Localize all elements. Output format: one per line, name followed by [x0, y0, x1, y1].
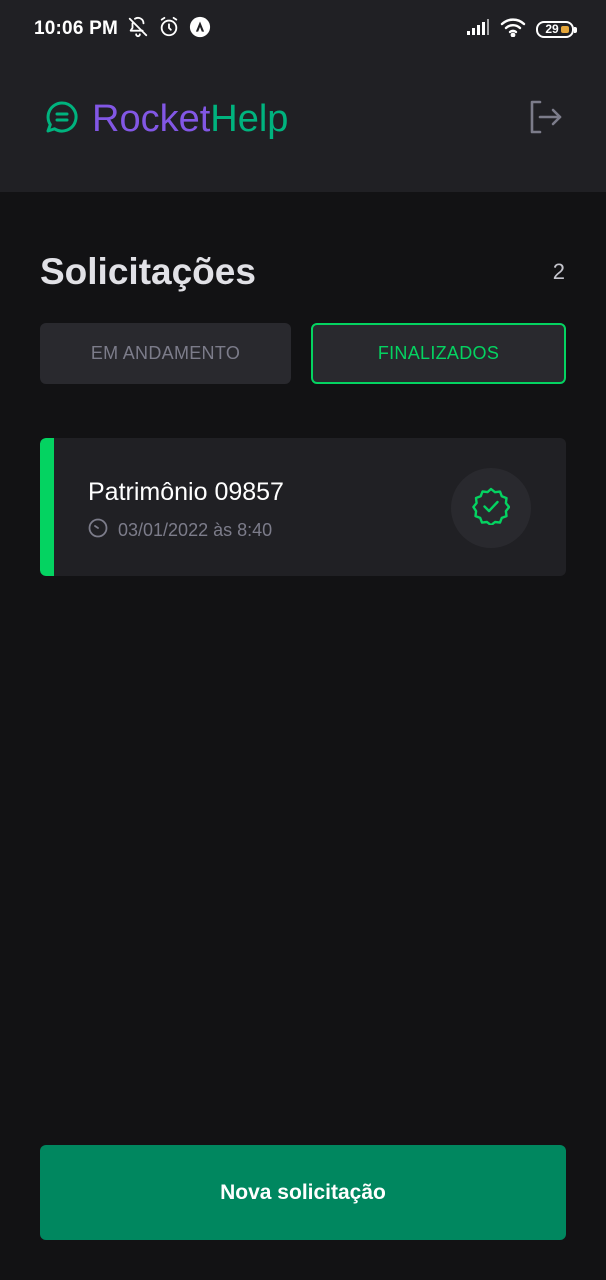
app-notification-icon: [189, 16, 211, 43]
sign-out-button[interactable]: [520, 94, 570, 144]
battery-tip: [574, 26, 577, 33]
status-color-bar: [40, 438, 54, 576]
app-bar: RocketHelp: [0, 80, 606, 158]
filter-open-button[interactable]: EM ANDAMENTO: [40, 323, 291, 384]
logo-rocket: Rocket: [92, 98, 211, 140]
filter-closed-button[interactable]: FINALIZADOS: [311, 323, 566, 384]
clock-icon: [88, 518, 108, 543]
order-title: Patrimônio 09857: [88, 478, 284, 506]
app-screen: 10:06 PM 29 RocketHelp Solicitações 2 EM…: [0, 0, 606, 1280]
logo: RocketHelp: [44, 99, 288, 140]
status-left: 10:06 PM: [34, 16, 211, 43]
status-bar: 10:06 PM 29: [0, 0, 606, 58]
order-meta: 03/01/2022 às 8:40: [88, 518, 272, 543]
status-right: 29: [466, 17, 577, 42]
status-filters: EM ANDAMENTO FINALIZADOS: [40, 323, 566, 384]
battery-level: 29: [545, 22, 559, 36]
status-time: 10:06 PM: [34, 18, 118, 39]
title-row: Solicitações 2: [40, 248, 566, 296]
wifi-icon: [500, 17, 526, 42]
status-indicator: [451, 468, 531, 548]
page-title: Solicitações: [40, 251, 256, 292]
notifications-off-icon: [127, 16, 149, 43]
request-count: 2: [552, 259, 565, 284]
logo-text: RocketHelp: [92, 100, 288, 138]
order-card[interactable]: Patrimônio 09857 03/01/2022 às 8:40: [40, 438, 566, 576]
battery-icon: 29: [536, 20, 577, 38]
sign-out-icon: [526, 98, 564, 141]
alarm-icon: [158, 16, 180, 43]
header: 10:06 PM 29 RocketHelp: [0, 0, 606, 192]
new-request-button[interactable]: Nova solicitação: [40, 1145, 566, 1240]
chat-bubble-icon: [44, 99, 80, 140]
battery-fill: [561, 25, 569, 33]
logo-help: Help: [210, 98, 289, 140]
order-date: 03/01/2022 às 8:40: [118, 520, 273, 540]
check-badge-icon: [472, 487, 511, 530]
signal-icon: [466, 18, 490, 41]
